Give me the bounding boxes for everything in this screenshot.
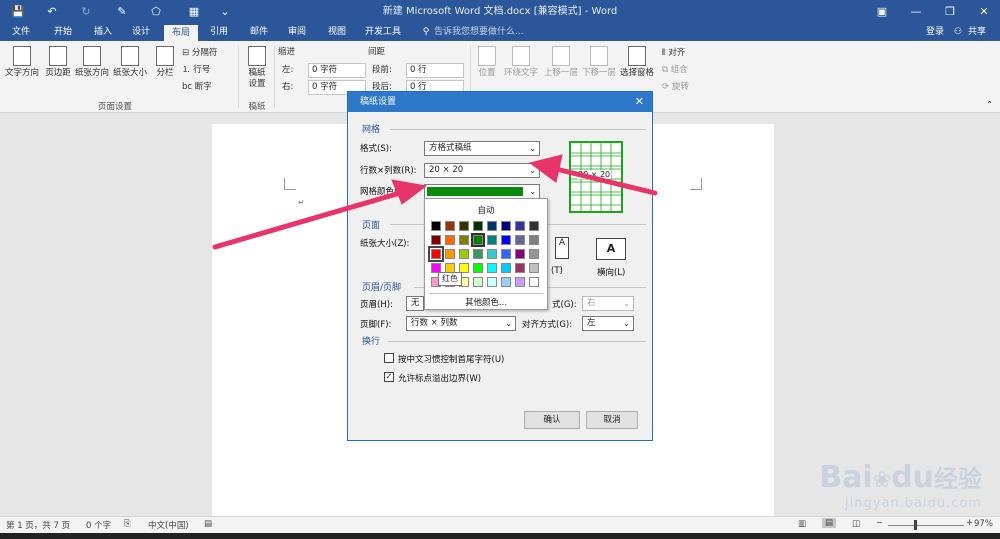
annotation-arrows xyxy=(212,154,658,250)
watermark-brand-2: du xyxy=(891,460,934,495)
zoom-out-icon[interactable]: − xyxy=(876,518,883,528)
read-mode-icon[interactable]: ▥ xyxy=(798,519,806,529)
macro-icon[interactable]: ▤ xyxy=(204,519,212,529)
annotation-arrow-1 xyxy=(212,190,403,250)
baidu-watermark: Bai❀du经验 jingyan.baidu.com xyxy=(819,460,982,512)
language-indicator[interactable]: 中文(中国) xyxy=(148,519,189,531)
zoom-in-icon[interactable]: + xyxy=(966,518,973,528)
watermark-url: jingyan.baidu.com xyxy=(845,496,982,511)
print-layout-icon[interactable]: ▤ xyxy=(822,518,837,528)
zoom-level[interactable]: 97% xyxy=(974,519,993,529)
web-layout-icon[interactable]: ◫ xyxy=(852,519,860,529)
annotation-arrow-2-head xyxy=(528,154,563,183)
annotation-arrow-2 xyxy=(553,166,658,196)
proofing-icon[interactable]: ⎘ xyxy=(124,519,131,529)
word-count[interactable]: 0 个字 xyxy=(86,519,111,531)
zoom-slider-thumb[interactable] xyxy=(914,520,917,530)
zoom-slider[interactable] xyxy=(888,525,964,526)
status-bar: 第 1 页，共 7 页 0 个字 ⎘ 中文(中国) ▤ ▥ ▤ ◫ − + 97… xyxy=(0,516,1000,533)
annotation-arrow-1-head xyxy=(391,179,428,205)
watermark-paw-icon: ❀ xyxy=(872,468,892,493)
taskbar xyxy=(0,533,1000,539)
page-count[interactable]: 第 1 页，共 7 页 xyxy=(6,519,70,531)
watermark-brand: Bai xyxy=(819,460,873,495)
watermark-cn: 经验 xyxy=(934,465,982,493)
